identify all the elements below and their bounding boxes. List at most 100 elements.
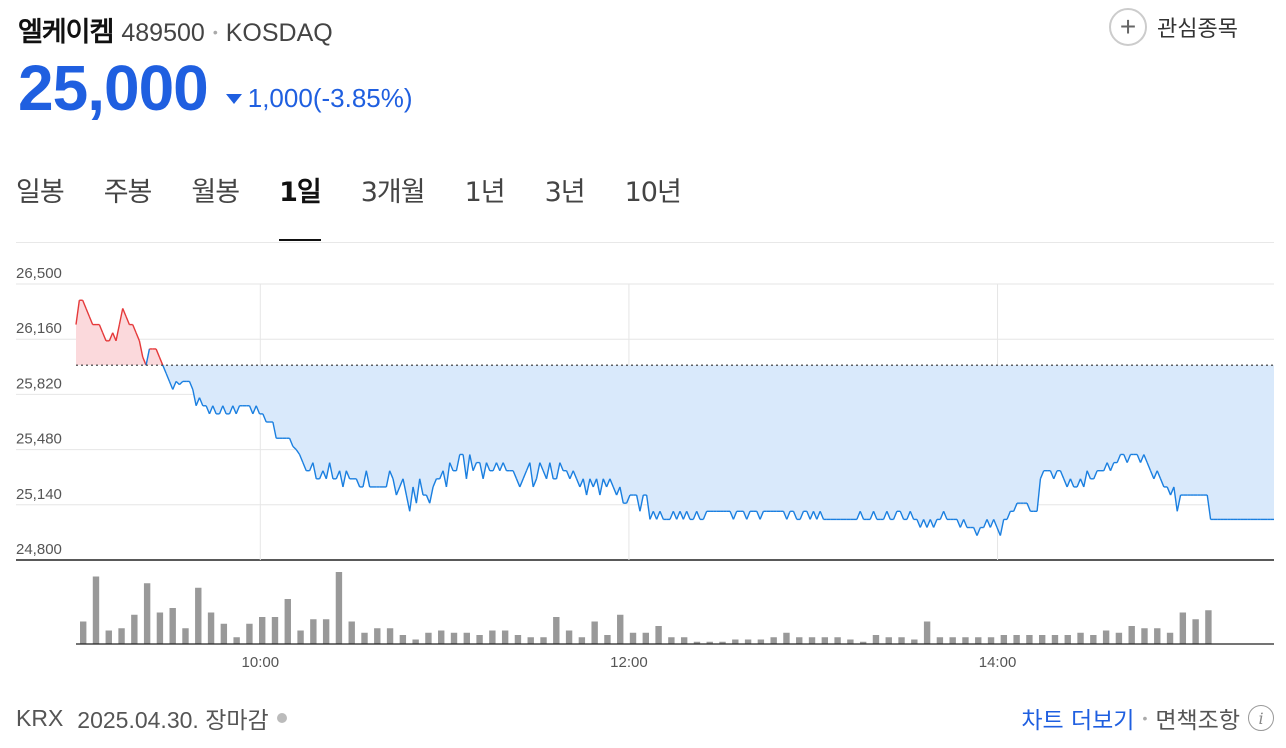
volume-bar <box>131 614 138 644</box>
tab-3months[interactable]: 3개월 <box>361 170 426 241</box>
tab-1day[interactable]: 1일 <box>279 170 322 241</box>
volume-bar <box>847 639 854 644</box>
market-name: KOSDAQ <box>225 19 333 47</box>
volume-bar <box>399 635 407 644</box>
chart-footer: KRX 2025.04.30. 장마감 차트 더보기 • 면책조항 i <box>16 700 1274 736</box>
volume-bar <box>80 621 87 644</box>
volume-bar <box>438 630 445 644</box>
stock-code: 489500 <box>121 19 205 47</box>
volume-bar <box>744 639 752 644</box>
y-tick-label: 26,500 <box>16 265 62 282</box>
volume-bar <box>629 632 637 644</box>
volume-bar <box>143 583 151 644</box>
volume-bar <box>578 637 586 644</box>
tab-monthly[interactable]: 월봉 <box>191 170 240 241</box>
volume-bar <box>310 619 317 644</box>
volume-bar <box>617 614 624 644</box>
volume-bar <box>182 628 189 644</box>
volume-bar <box>259 617 266 644</box>
volume-bar <box>1115 632 1123 644</box>
tab-weekly[interactable]: 주봉 <box>104 170 153 241</box>
volume-bar <box>450 632 458 644</box>
stock-header: 엘케이켐 489500 • KOSDAQ <box>18 10 333 50</box>
volume-bar <box>834 637 841 644</box>
volume-bar <box>1077 632 1084 644</box>
volume-bar <box>514 635 522 644</box>
volume-bar <box>335 572 343 644</box>
volume-bar <box>220 623 228 644</box>
volume-bar <box>501 630 509 644</box>
volume-bar <box>732 639 739 644</box>
volume-bar <box>987 637 995 644</box>
volume-bar <box>898 637 905 644</box>
volume-bar <box>425 632 432 644</box>
volume-bar <box>757 639 765 644</box>
volume-bar <box>169 608 176 644</box>
volume-bar <box>565 630 573 644</box>
volume-bar <box>821 637 829 644</box>
volume-bar <box>476 635 483 644</box>
tab-daily[interactable]: 일봉 <box>16 170 65 241</box>
volume-bar <box>962 637 969 644</box>
volume-bar <box>105 630 112 644</box>
add-watchlist-button[interactable]: + 관심종목 <box>1109 8 1238 46</box>
tab-3years[interactable]: 3년 <box>545 170 586 241</box>
volume-bar <box>156 612 164 644</box>
volume-bar <box>92 576 100 644</box>
volume-bar <box>386 628 394 644</box>
volume-bar <box>361 632 368 644</box>
volume-bar <box>412 639 419 644</box>
volume-bar <box>553 617 560 644</box>
volume-bar <box>783 632 790 644</box>
volume-bar <box>1128 626 1135 644</box>
tab-10years[interactable]: 10년 <box>625 170 682 241</box>
volume-bar <box>808 637 816 644</box>
volume-bar <box>322 619 330 644</box>
volume-bar <box>770 637 777 644</box>
y-tick-label: 25,140 <box>16 486 62 503</box>
volume-bar <box>604 635 611 644</box>
current-price: 25,000 <box>18 52 209 124</box>
volume-bar <box>527 637 534 644</box>
volume-bar <box>642 632 649 644</box>
info-icon[interactable]: i <box>1248 705 1274 731</box>
tab-1year[interactable]: 1년 <box>465 170 506 241</box>
x-tick-label: 14:00 <box>979 654 1017 671</box>
market-status-dot <box>276 713 287 723</box>
volume-bar <box>1051 635 1059 644</box>
volume-bar <box>233 637 240 644</box>
volume-bar <box>348 621 355 644</box>
down-arrow-icon <box>225 93 242 104</box>
plus-icon: + <box>1109 8 1148 46</box>
volume-bar <box>271 617 279 644</box>
volume-bar <box>975 637 982 644</box>
volume-bar <box>1000 635 1008 644</box>
tab-divider <box>16 242 1274 243</box>
price-row: 25,000 1,000(-3.85%) <box>18 56 413 120</box>
volume-bar <box>872 635 880 644</box>
market-date-status: 2025.04.30. 장마감 <box>77 707 269 733</box>
period-tabs: 일봉 주봉 월봉 1일 3개월 1년 3년 10년 <box>16 170 721 241</box>
volume-bar <box>911 639 918 644</box>
y-tick-label: 25,480 <box>16 431 62 448</box>
volume-bar <box>195 587 202 644</box>
y-tick-label: 26,160 <box>16 320 62 337</box>
volume-bar <box>1090 635 1097 644</box>
price-change: 1,000(-3.85%) <box>225 83 413 120</box>
separator-dot: • <box>212 24 218 40</box>
volume-bar <box>1179 612 1187 644</box>
volume-bar <box>540 637 547 644</box>
volume-bar <box>374 628 381 644</box>
volume-bar <box>923 621 931 644</box>
volume-bar <box>668 637 675 644</box>
change-value: 1,000(-3.85%) <box>247 83 413 113</box>
disclaimer-link[interactable]: 면책조항 <box>1155 701 1240 735</box>
volume-bar <box>949 637 956 644</box>
more-chart-link[interactable]: 차트 더보기 <box>1021 701 1134 735</box>
volume-bar <box>118 628 125 644</box>
price-chart[interactable]: 26,500 26,160 25,820 25,480 25,140 24,800 10:0… <box>0 262 1286 682</box>
volume-bar <box>463 632 470 644</box>
volume-bar <box>1192 619 1199 644</box>
exchange-label: KRX <box>16 704 64 731</box>
volume-bar <box>680 637 688 644</box>
